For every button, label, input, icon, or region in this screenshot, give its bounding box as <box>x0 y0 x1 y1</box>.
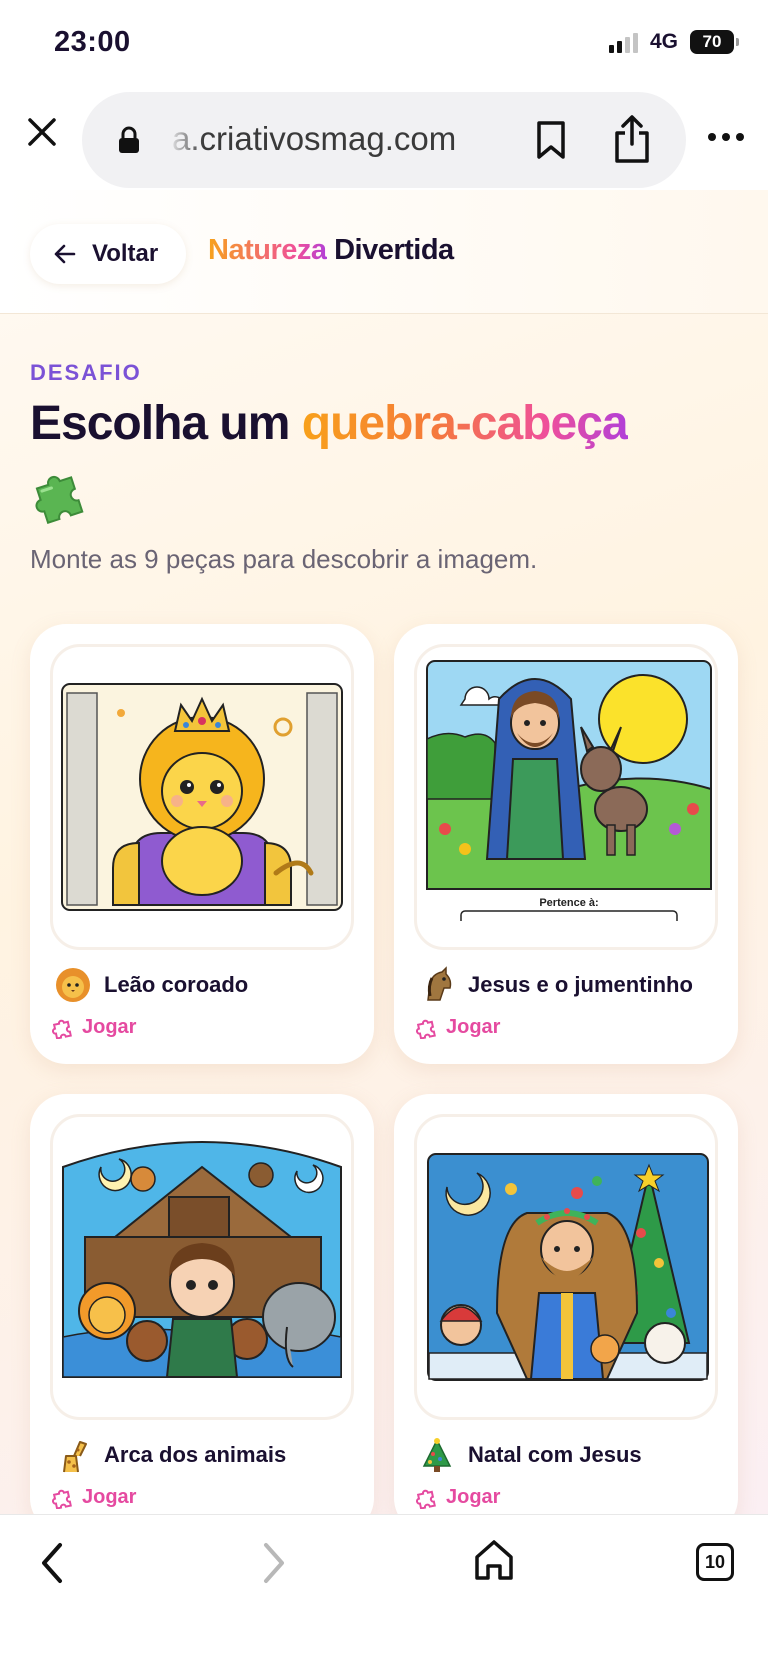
play-label: Jogar <box>446 1016 501 1038</box>
status-time: 23:00 <box>54 26 131 58</box>
url-text[interactable]: a.criativosmag.com <box>172 120 472 158</box>
page-content: Voltar Natureza Divertida DESAFIO Escolh… <box>0 190 768 1514</box>
brand-logo[interactable]: Natureza Divertida <box>208 234 454 267</box>
card-image-frame: Pertence à: <box>414 644 718 950</box>
url-fade <box>168 114 204 166</box>
puzzle-play-icon <box>416 1489 436 1509</box>
section-kicker: DESAFIO <box>30 360 142 385</box>
puzzle-card-christmas[interactable]: Natal com Jesus Jogar <box>394 1094 738 1514</box>
puzzle-card-jesus-donkey[interactable]: Pertence à: Jesus e o jumentinho Jogar <box>394 624 738 1064</box>
battery-level: 70 <box>702 32 722 51</box>
giraffe-emoji-icon <box>63 1441 87 1473</box>
puzzle-card-lion[interactable]: Leão coroado Jogar <box>30 624 374 1064</box>
jesus-donkey-illustration: Pertence à: <box>426 660 712 921</box>
card-title: Natal com Jesus <box>468 1442 642 1467</box>
chevron-left-icon[interactable] <box>36 1539 68 1587</box>
title-plain: Escolha um <box>30 397 290 450</box>
play-button[interactable]: Jogar <box>416 1486 500 1509</box>
home-icon[interactable] <box>472 1537 516 1583</box>
page-title: Escolha um quebra-cabeça <box>30 396 629 451</box>
back-button[interactable]: Voltar <box>30 224 186 284</box>
card-title: Jesus e o jumentinho <box>468 972 693 997</box>
play-label: Jogar <box>82 1016 137 1038</box>
page-subtitle: Monte as 9 peças para descobrir a imagem… <box>30 544 538 574</box>
status-bar: 23:00 4G 70 <box>0 0 768 90</box>
brand-part-2: Divertida <box>334 234 454 266</box>
donkey-caption: Pertence à: <box>539 897 598 909</box>
puzzle-play-icon <box>416 1019 436 1039</box>
play-label: Jogar <box>82 1486 137 1508</box>
browser-toolbar: 10 <box>0 1514 768 1662</box>
lion-illustration <box>61 683 343 911</box>
card-image-frame <box>50 644 354 950</box>
title-accent: quebra-cabeça <box>301 397 629 450</box>
card-image-frame <box>50 1114 354 1420</box>
puzzle-play-icon <box>52 1019 72 1039</box>
christmas-illustration <box>427 1153 709 1381</box>
chevron-right-icon[interactable] <box>258 1539 290 1587</box>
bookmark-icon[interactable] <box>534 120 568 160</box>
card-title: Leão coroado <box>104 972 249 997</box>
christmas-tree-emoji-icon <box>422 1438 452 1472</box>
tabs-count: 10 <box>704 1551 726 1572</box>
card-title: Arca dos animais <box>104 1442 287 1467</box>
puzzle-piece-icon <box>35 475 84 524</box>
puzzle-card-ark[interactable]: Arca dos animais Jogar <box>30 1094 374 1514</box>
card-image-frame <box>414 1114 718 1420</box>
play-label: Jogar <box>446 1486 501 1508</box>
puzzle-play-icon <box>52 1489 72 1509</box>
lion-emoji-icon <box>56 968 90 1002</box>
ark-illustration <box>62 1141 342 1378</box>
horse-emoji-icon <box>427 966 452 1001</box>
share-icon[interactable] <box>612 114 652 164</box>
arrow-left-icon <box>54 244 76 264</box>
battery-icon: 70 <box>690 30 739 54</box>
play-button[interactable]: Jogar <box>416 1016 500 1039</box>
lock-icon <box>119 126 139 153</box>
brand-part-1: Natureza <box>208 234 327 266</box>
page-header: Voltar Natureza Divertida <box>0 190 768 314</box>
status-indicators: 4G 70 <box>608 30 739 54</box>
close-icon[interactable] <box>22 112 62 152</box>
play-button[interactable]: Jogar <box>52 1486 136 1509</box>
signal-icon <box>608 31 638 53</box>
back-label: Voltar <box>92 240 159 267</box>
browser-bar: a.criativosmag.com <box>0 90 768 190</box>
network-type: 4G <box>649 30 678 53</box>
tabs-button[interactable]: 10 <box>696 1543 734 1581</box>
address-bar[interactable]: a.criativosmag.com <box>82 92 686 188</box>
more-icon[interactable] <box>706 130 746 144</box>
play-button[interactable]: Jogar <box>52 1016 136 1039</box>
